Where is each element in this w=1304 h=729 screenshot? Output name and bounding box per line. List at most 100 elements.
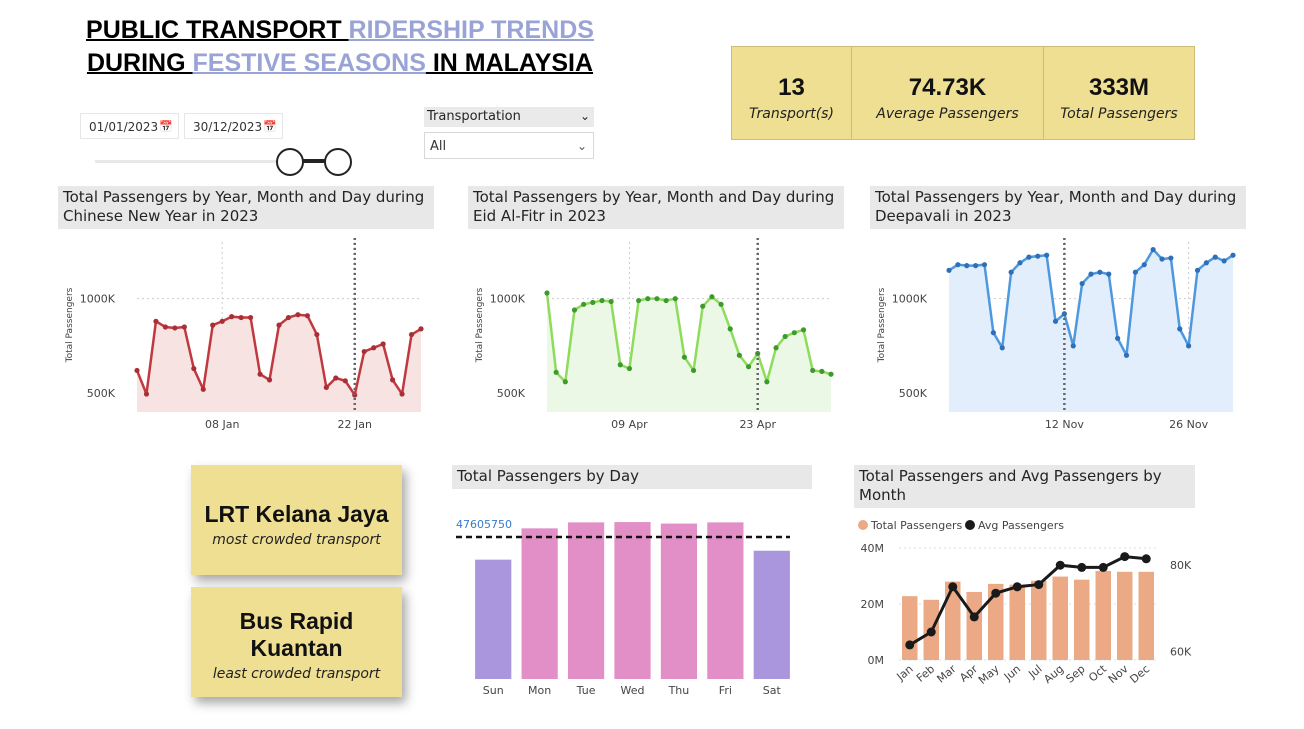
chevron-down-icon[interactable]: ⌄ [577,133,587,160]
x-tick-label: 26 Nov [1169,418,1208,431]
x-tick-label: Aug [1041,662,1066,686]
x-tick-label: Feb [914,662,937,684]
x-tick-label: 12 Nov [1045,418,1084,431]
cny-line-chart[interactable]: 08 Jan 22 Jan 1000K 500K Total Passengers [55,232,435,442]
data-point [304,313,310,319]
start-date-value: 01/01/2023 [89,120,159,134]
deepavali-line-chart[interactable]: 12 Nov 26 Nov 1000K 500K Total Passengers [867,232,1247,442]
data-point [581,301,587,307]
transportation-dropdown[interactable]: All ⌄ [424,132,594,159]
legend-label: Avg Passengers [978,519,1064,532]
data-point [764,379,770,385]
data-point [544,290,550,296]
data-point [191,365,197,372]
month-combo-chart[interactable]: Total Passengers Avg Passengers 40M 20M 0M 80… [852,512,1202,712]
start-date-input[interactable]: 01/01/2023 📅 [80,113,179,139]
data-point [418,326,424,332]
avg-data-point [1077,562,1087,572]
data-point [1141,262,1147,268]
x-tick-label: Sep [1063,662,1087,685]
data-point [399,391,405,397]
avg-data-point [905,640,915,650]
kpi-card-average-passengers: 74.73K Average Passengers [851,46,1044,140]
data-point [773,345,779,351]
data-point [964,263,970,269]
data-point [1008,269,1014,275]
day-bar [567,522,605,679]
data-point [981,262,988,268]
data-point [745,364,752,370]
data-point [1194,267,1201,273]
data-point [1168,255,1174,261]
month-bar [1031,580,1047,660]
most-crowded-name: LRT Kelana Jaya [204,501,389,527]
least-crowded-card: Bus Rapid Kuantan least crowded transpor… [191,587,402,697]
y-tick-label: 1000K [490,293,526,306]
avg-data-point [1141,554,1151,564]
month-bar [1117,571,1133,660]
day-bar-chart[interactable]: Sun Mon Tue Wed Thu Fri Sat 47605750 [450,492,810,707]
avg-data-point [1120,552,1130,562]
data-point [219,318,225,324]
eid-line-chart[interactable]: 09 Apr 23 Apr 1000K 500K Total Passengers [465,232,845,442]
data-point [248,314,254,321]
day-bar [707,522,744,679]
chevron-down-icon[interactable]: ⌄ [580,106,590,126]
month-bar [1052,576,1068,660]
x-tick-label: Dec [1128,662,1153,686]
data-point [134,367,140,374]
data-point [1132,269,1138,275]
data-point [1230,252,1236,258]
day-bar [475,559,512,679]
data-point [1159,256,1165,262]
month-bar [902,596,918,660]
title-part: DURING [86,49,193,77]
data-point [571,307,578,313]
data-point [946,267,952,273]
data-point [181,324,187,330]
data-point [210,322,216,328]
data-point [800,327,807,333]
avg-data-point [991,588,1001,598]
transportation-slicer-header[interactable]: Transportation ⌄ [424,107,594,127]
y-tick-label: 500K [899,387,928,400]
data-point [681,354,688,360]
y-tick-label-left: 20M [861,598,885,611]
end-date-input[interactable]: 30/12/2023 📅 [184,113,283,139]
data-point [1026,254,1032,260]
data-point [1177,326,1183,332]
x-tick-label: Oct [1086,662,1109,685]
data-point [663,297,669,304]
date-slider-start-handle[interactable] [276,148,304,176]
kpi-card-transports: 13 Transport(s) [731,46,852,140]
x-tick-label: Mar [934,662,959,686]
x-tick-label: Fri [719,684,732,697]
calendar-icon[interactable]: 📅 [263,114,277,140]
transportation-slicer-label: Transportation [427,109,521,124]
least-crowded-subtitle: least crowded transport [212,666,381,682]
y-axis-label: Total Passengers [877,287,887,363]
data-point [672,296,678,302]
legend-marker-total [858,520,868,530]
x-tick-label: Nov [1106,662,1131,686]
month-bar [1095,570,1111,660]
x-tick-label: 09 Apr [611,418,648,431]
kpi-value: 333M [1088,74,1150,101]
x-tick-label: Thu [668,684,690,697]
kpi-label: Transport(s) [749,106,834,122]
page-title: PUBLIC TRANSPORT RIDERSHIP TRENDS DURING… [60,14,620,80]
data-point [380,341,386,347]
title-part: PUBLIC TRANSPORT [86,16,349,44]
data-point [562,379,568,385]
chart-title-cny: Total Passengers by Year, Month and Day … [58,186,434,229]
data-point [709,294,715,300]
date-slider-end-handle[interactable] [324,148,352,176]
data-point [1123,352,1130,358]
title-part: IN MALAYSIA [425,49,594,77]
x-tick-label: 08 Jan [205,418,239,431]
data-point [553,369,559,375]
data-point [590,299,596,306]
data-point [1035,253,1041,259]
x-tick-label: Jan [894,662,916,684]
calendar-icon[interactable]: 📅 [159,114,173,140]
